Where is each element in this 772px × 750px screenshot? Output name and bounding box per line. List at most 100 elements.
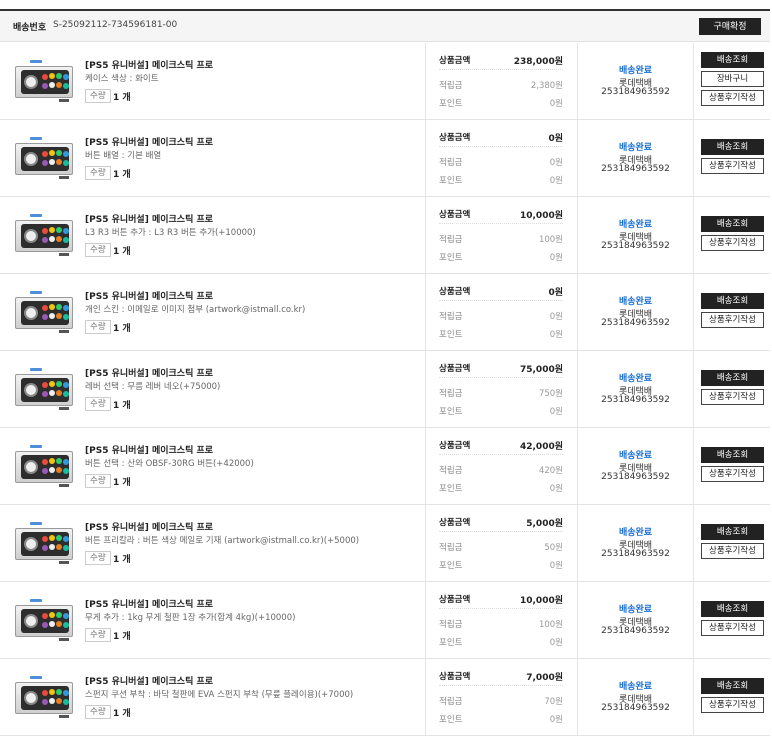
- amount-divider: [439, 531, 563, 532]
- point-label: 포인트: [439, 715, 463, 725]
- ps5-logo-icon: [59, 176, 69, 179]
- write-review-button[interactable]: 상품후기작성: [701, 235, 764, 251]
- product-thumbnail[interactable]: [13, 291, 75, 335]
- orange-button-icon: [56, 82, 62, 88]
- track-shipping-button[interactable]: 배송조회: [701, 293, 764, 309]
- blue-button-icon: [63, 536, 69, 542]
- product-thumbnail[interactable]: [13, 599, 75, 643]
- product-thumbnail[interactable]: [13, 676, 75, 720]
- white-button-icon: [49, 236, 55, 242]
- product-option: 버튼 프리칼라 : 버튼 색상 메일로 기재 (artwork@istmall.…: [85, 536, 360, 546]
- track-shipping-button[interactable]: 배송조회: [701, 216, 764, 232]
- amount-divider: [439, 608, 563, 609]
- price-label: 상품금액: [439, 56, 471, 66]
- track-shipping-button[interactable]: 배송조회: [701, 601, 764, 617]
- reserve-label: 적립금: [439, 389, 463, 399]
- brand-logo-icon: [30, 676, 42, 679]
- brand-logo-icon: [30, 137, 42, 140]
- product-title[interactable]: [PS5 유니버설] 메이크스틱 프로: [85, 443, 213, 456]
- point-value: 0원: [549, 330, 563, 340]
- product-thumbnail[interactable]: [13, 214, 75, 258]
- product-thumbnail[interactable]: [13, 368, 75, 412]
- track-shipping-button[interactable]: 배송조회: [701, 447, 764, 463]
- yellow-button-icon: [49, 535, 55, 541]
- point-label: 포인트: [439, 330, 463, 340]
- add-to-cart-button[interactable]: 장바구니: [701, 71, 764, 87]
- ps5-logo-icon: [59, 407, 69, 410]
- orange-button-icon: [56, 621, 62, 627]
- quantity-value: 1 개: [113, 401, 131, 411]
- red-button-icon: [42, 690, 48, 696]
- write-review-button[interactable]: 상품후기작성: [701, 620, 764, 636]
- yellow-button-icon: [49, 689, 55, 695]
- track-shipping-button[interactable]: 배송조회: [701, 524, 764, 540]
- blue-button-icon: [63, 228, 69, 234]
- track-shipping-button[interactable]: 배송조회: [701, 52, 764, 68]
- point-value: 0원: [549, 484, 563, 494]
- confirm-purchase-button[interactable]: 구매확정: [699, 18, 761, 35]
- product-thumbnail[interactable]: [13, 445, 75, 489]
- green-button-icon: [56, 458, 62, 464]
- write-review-button[interactable]: 상품후기작성: [701, 543, 764, 559]
- teal-button-icon: [63, 314, 69, 320]
- track-shipping-button[interactable]: 배송조회: [701, 678, 764, 694]
- amount-divider: [439, 685, 563, 686]
- product-title[interactable]: [PS5 유니버설] 메이크스틱 프로: [85, 597, 213, 610]
- price-label: 상품금액: [439, 595, 471, 605]
- green-button-icon: [56, 304, 62, 310]
- arcade-stick-image: [15, 297, 73, 329]
- arcade-panel: [21, 455, 69, 479]
- point-label: 포인트: [439, 484, 463, 494]
- quantity-label: 수량: [85, 89, 111, 103]
- write-review-button[interactable]: 상품후기작성: [701, 90, 764, 106]
- amount-divider: [439, 454, 563, 455]
- reserve-value: 70원: [544, 697, 563, 707]
- order-item-row: [PS5 유니버설] 메이크스틱 프로 버튼 프리칼라 : 버튼 색상 메일로 …: [0, 505, 770, 582]
- track-shipping-button[interactable]: 배송조회: [701, 370, 764, 386]
- write-review-button[interactable]: 상품후기작성: [701, 466, 764, 482]
- red-button-icon: [42, 305, 48, 311]
- shipping-status: 배송완료: [618, 451, 653, 461]
- price-value: 10,000원: [519, 211, 563, 221]
- quantity-label: 수량: [85, 551, 111, 565]
- order-header: 배송번호 S-25092112-734596181-00 구매확정: [0, 9, 770, 42]
- product-title[interactable]: [PS5 유니버설] 메이크스틱 프로: [85, 520, 213, 533]
- product-title[interactable]: [PS5 유니버설] 메이크스틱 프로: [85, 366, 213, 379]
- amount-column: 상품금액 5,000원 적립금 50원 포인트 0원: [425, 505, 578, 581]
- product-thumbnail[interactable]: [13, 137, 75, 181]
- blue-button-icon: [63, 151, 69, 157]
- product-title[interactable]: [PS5 유니버설] 메이크스틱 프로: [85, 58, 213, 71]
- product-option: 버튼 배열 : 기본 배열: [85, 151, 162, 161]
- product-title[interactable]: [PS5 유니버설] 메이크스틱 프로: [85, 674, 213, 687]
- teal-button-icon: [63, 160, 69, 166]
- write-review-button[interactable]: 상품후기작성: [701, 389, 764, 405]
- price-label: 상품금액: [439, 287, 471, 297]
- quantity-value: 1 개: [113, 555, 131, 565]
- price-value: 42,000원: [519, 442, 563, 452]
- white-button-icon: [49, 390, 55, 396]
- order-item-row: [PS5 유니버설] 메이크스틱 프로 스펀지 쿠션 부착 : 바닥 철판에 E…: [0, 659, 770, 736]
- track-shipping-button[interactable]: 배송조회: [701, 139, 764, 155]
- write-review-button[interactable]: 상품후기작성: [701, 312, 764, 328]
- point-value: 0원: [549, 176, 563, 186]
- red-button-icon: [42, 74, 48, 80]
- red-button-icon: [42, 382, 48, 388]
- yellow-button-icon: [49, 381, 55, 387]
- amount-divider: [439, 223, 563, 224]
- product-title[interactable]: [PS5 유니버설] 메이크스틱 프로: [85, 212, 213, 225]
- white-button-icon: [49, 313, 55, 319]
- point-value: 0원: [549, 561, 563, 571]
- action-column: 배송조회상품후기작성: [693, 428, 770, 504]
- write-review-button[interactable]: 상품후기작성: [701, 697, 764, 713]
- product-option: L3 R3 버튼 추가 : L3 R3 버튼 추가(+10000): [85, 228, 256, 238]
- quantity-value: 1 개: [113, 709, 131, 719]
- reserve-label: 적립금: [439, 466, 463, 476]
- product-thumbnail[interactable]: [13, 522, 75, 566]
- product-title[interactable]: [PS5 유니버설] 메이크스틱 프로: [85, 135, 213, 148]
- write-review-button[interactable]: 상품후기작성: [701, 158, 764, 174]
- amount-column: 상품금액 10,000원 적립금 100원 포인트 0원: [425, 582, 578, 658]
- product-title[interactable]: [PS5 유니버설] 메이크스틱 프로: [85, 289, 213, 302]
- purple-button-icon: [42, 545, 48, 551]
- product-thumbnail[interactable]: [13, 60, 75, 104]
- price-label: 상품금액: [439, 672, 471, 682]
